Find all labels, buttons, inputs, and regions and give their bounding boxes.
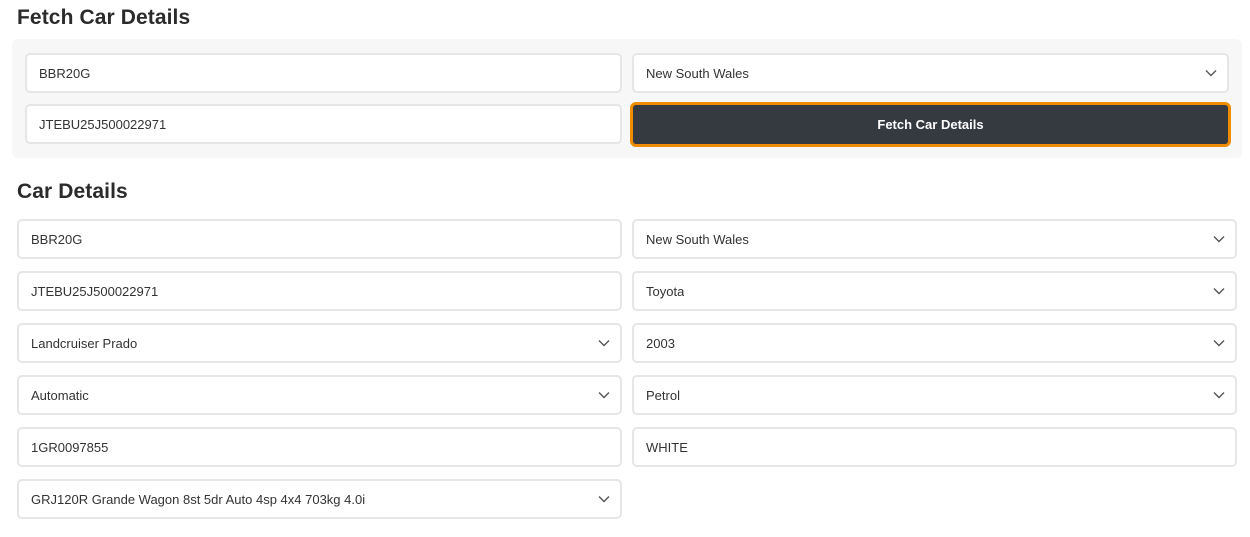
chevron-down-icon xyxy=(1213,340,1225,347)
make-value: Toyota xyxy=(646,283,685,299)
chevron-down-icon xyxy=(598,496,610,503)
year-value: 2003 xyxy=(646,335,675,351)
chevron-down-icon xyxy=(1205,70,1217,77)
fetch-state-value: New South Wales xyxy=(646,65,749,81)
year-select[interactable]: 2003 xyxy=(632,323,1237,363)
state-select[interactable]: New South Wales xyxy=(632,219,1237,259)
transmission-value: Automatic xyxy=(31,387,89,403)
car-details-section-title: Car Details xyxy=(17,180,128,203)
fuel-value: Petrol xyxy=(646,387,680,403)
transmission-select[interactable]: Automatic xyxy=(17,375,622,415)
fetch-car-details-button[interactable]: Fetch Car Details xyxy=(630,102,1231,147)
rego-value: BBR20G xyxy=(31,231,83,247)
variant-value: GRJ120R Grande Wagon 8st 5dr Auto 4sp 4x… xyxy=(31,491,366,507)
fetch-vin-value: JTEBU25J500022971 xyxy=(39,116,167,132)
vin-input[interactable]: JTEBU25J500022971 xyxy=(17,271,622,311)
engine-number-input[interactable]: 1GR0097855 xyxy=(17,427,622,467)
state-value: New South Wales xyxy=(646,231,749,247)
make-select[interactable]: Toyota xyxy=(632,271,1237,311)
variant-select[interactable]: GRJ120R Grande Wagon 8st 5dr Auto 4sp 4x… xyxy=(17,479,622,519)
colour-input[interactable]: WHITE xyxy=(632,427,1237,467)
chevron-down-icon xyxy=(1213,236,1225,243)
fetch-section-title: Fetch Car Details xyxy=(17,6,191,29)
fetch-state-select[interactable]: New South Wales xyxy=(632,53,1229,93)
colour-value: WHITE xyxy=(646,439,688,455)
model-select[interactable]: Landcruiser Prado xyxy=(17,323,622,363)
page: Fetch Car Details BBR20G New South Wales… xyxy=(0,0,1250,537)
chevron-down-icon xyxy=(598,392,610,399)
vin-value: JTEBU25J500022971 xyxy=(31,283,159,299)
fetch-rego-value: BBR20G xyxy=(39,65,91,81)
fuel-select[interactable]: Petrol xyxy=(632,375,1237,415)
fetch-vin-input[interactable]: JTEBU25J500022971 xyxy=(25,104,622,144)
rego-input[interactable]: BBR20G xyxy=(17,219,622,259)
model-value: Landcruiser Prado xyxy=(31,335,138,351)
chevron-down-icon xyxy=(1213,392,1225,399)
fetch-rego-input[interactable]: BBR20G xyxy=(25,53,622,93)
chevron-down-icon xyxy=(1213,288,1225,295)
engine-number-value: 1GR0097855 xyxy=(31,439,109,455)
chevron-down-icon xyxy=(598,340,610,347)
